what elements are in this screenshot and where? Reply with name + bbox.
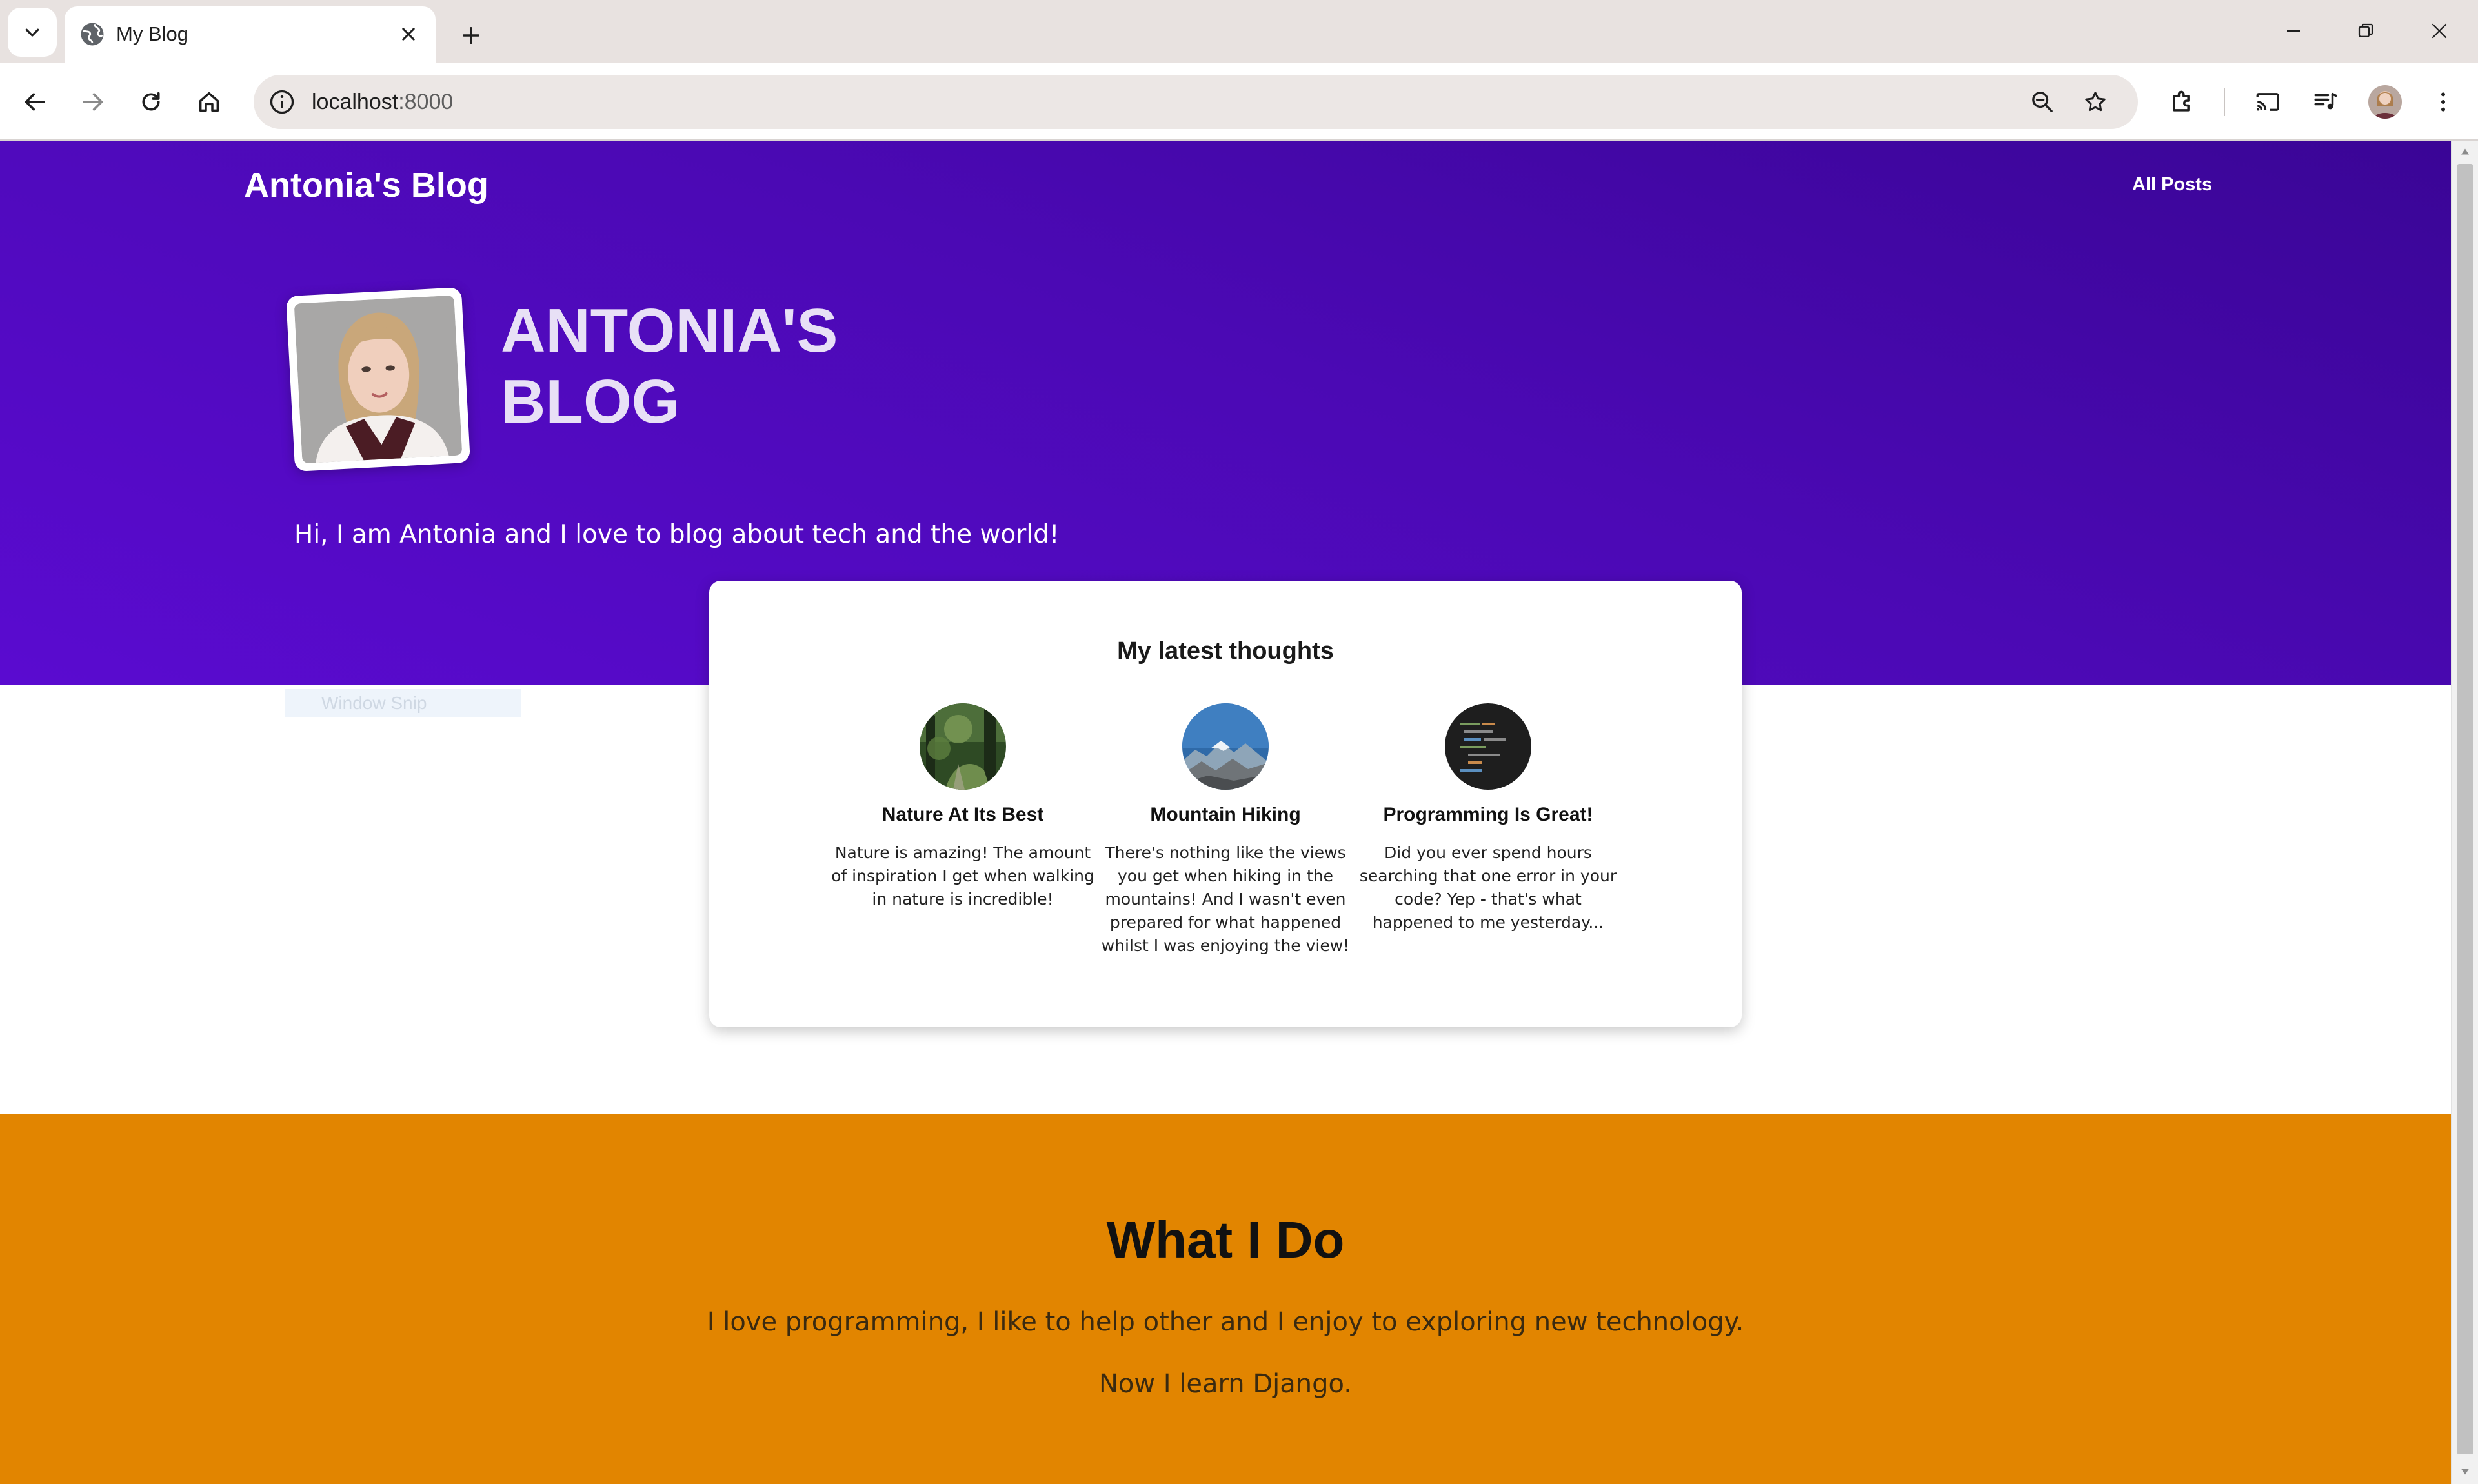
address-bar[interactable]: localhost:8000 xyxy=(254,75,2138,129)
tab-search-button[interactable] xyxy=(8,8,57,57)
zoom-button[interactable] xyxy=(2028,88,2057,116)
post-card[interactable]: Programming Is Great! Did you ever spend… xyxy=(1349,703,1627,934)
toolbar-divider xyxy=(2224,88,2225,116)
what-i-do-text-line2: Now I learn Django. xyxy=(1098,1369,1353,1399)
bookmark-button[interactable] xyxy=(2081,88,2110,116)
site-info-icon[interactable] xyxy=(268,88,296,116)
more-vertical-icon xyxy=(2441,92,2445,112)
globe-icon xyxy=(81,23,104,46)
cast-icon xyxy=(2256,93,2279,111)
hero-tagline: Hi, I am Antonia and I love to blog abou… xyxy=(294,520,1060,549)
page-scrollbar[interactable] xyxy=(2451,141,2478,1484)
chevron-down-icon xyxy=(25,28,39,37)
post-thumbnail[interactable] xyxy=(920,703,1006,790)
browser-menu-button[interactable] xyxy=(2424,83,2463,121)
page-viewport: Antonia's Blog All Posts ANTONIA'S BLOG … xyxy=(0,141,2451,1484)
what-i-do-section: What I Do I love programming, I like to … xyxy=(0,1114,2451,1484)
site-brand[interactable]: Antonia's Blog xyxy=(244,165,489,205)
author-photo xyxy=(286,287,470,472)
mountain-image xyxy=(1182,703,1269,790)
zoom-out-icon xyxy=(2032,92,2053,112)
post-card[interactable]: Mountain Hiking There's nothing like the… xyxy=(1087,703,1364,958)
post-excerpt: Did you ever spend hours searching that … xyxy=(1359,843,1617,932)
url-port: :8000 xyxy=(398,90,454,114)
close-window-button[interactable] xyxy=(2413,12,2465,50)
forward-button[interactable] xyxy=(74,83,112,121)
minimize-button[interactable] xyxy=(2268,12,2319,50)
browser-tab-active[interactable]: My Blog xyxy=(65,6,436,63)
arrow-left-icon xyxy=(25,93,45,111)
hero-title: ANTONIA'S BLOG xyxy=(501,296,838,436)
new-tab-button[interactable] xyxy=(452,16,490,55)
tab-close-button[interactable] xyxy=(396,21,421,47)
restore-button[interactable] xyxy=(2340,12,2392,50)
code-screen-image xyxy=(1445,703,1531,790)
profile-avatar[interactable] xyxy=(2368,85,2402,119)
back-button[interactable] xyxy=(15,83,54,121)
star-icon xyxy=(2085,92,2106,112)
home-icon xyxy=(199,92,219,112)
tab-title: My Blog xyxy=(116,23,188,45)
home-button[interactable] xyxy=(190,83,228,121)
latest-posts-card: My latest thoughts Nature At Its Best Na… xyxy=(709,581,1742,1027)
puzzle-icon xyxy=(2173,90,2190,112)
arrow-right-icon xyxy=(83,93,103,111)
post-thumbnail[interactable] xyxy=(1182,703,1269,790)
post-title[interactable]: Programming Is Great! xyxy=(1349,804,1627,826)
author-portrait-image xyxy=(294,295,463,464)
media-controls-button[interactable] xyxy=(2306,83,2345,121)
url-text[interactable]: localhost:8000 xyxy=(312,88,453,116)
reload-button[interactable] xyxy=(132,83,170,121)
close-icon xyxy=(2432,23,2447,39)
forest-image xyxy=(920,703,1006,790)
music-queue-icon xyxy=(2314,93,2337,110)
close-icon xyxy=(402,28,415,41)
post-title[interactable]: Nature At Its Best xyxy=(824,804,1102,826)
minimize-icon xyxy=(2287,30,2300,32)
extensions-button[interactable] xyxy=(2163,83,2202,121)
scroll-up-arrow[interactable] xyxy=(2457,143,2473,160)
cast-button[interactable] xyxy=(2248,83,2287,121)
triangle-down-icon xyxy=(2461,1469,2469,1475)
restore-icon xyxy=(2358,23,2373,37)
post-excerpt: There's nothing like the views you get w… xyxy=(1101,843,1350,955)
scroll-thumb[interactable] xyxy=(2457,164,2473,1454)
scroll-down-arrow[interactable] xyxy=(2457,1463,2473,1480)
browser-toolbar: localhost:8000 xyxy=(0,63,2478,141)
post-excerpt: Nature is amazing! The amount of inspira… xyxy=(831,843,1094,908)
what-i-do-text-line1: I love programming, I like to help other… xyxy=(707,1307,1744,1337)
window-snip-overlay: Window Snip xyxy=(285,689,521,717)
what-i-do-title: What I Do xyxy=(1106,1211,1345,1268)
post-card[interactable]: Nature At Its Best Nature is amazing! Th… xyxy=(824,703,1102,911)
reload-icon xyxy=(142,92,160,111)
post-thumbnail[interactable] xyxy=(1445,703,1531,790)
profile-avatar-image xyxy=(2368,85,2402,119)
plus-icon xyxy=(462,26,480,45)
url-host: localhost xyxy=(312,90,399,114)
post-title[interactable]: Mountain Hiking xyxy=(1087,804,1364,826)
tab-strip: My Blog xyxy=(0,0,2478,63)
triangle-up-icon xyxy=(2461,148,2469,155)
latest-posts-title: My latest thoughts xyxy=(1117,637,1334,665)
nav-all-posts-link[interactable]: All Posts xyxy=(2132,174,2212,196)
